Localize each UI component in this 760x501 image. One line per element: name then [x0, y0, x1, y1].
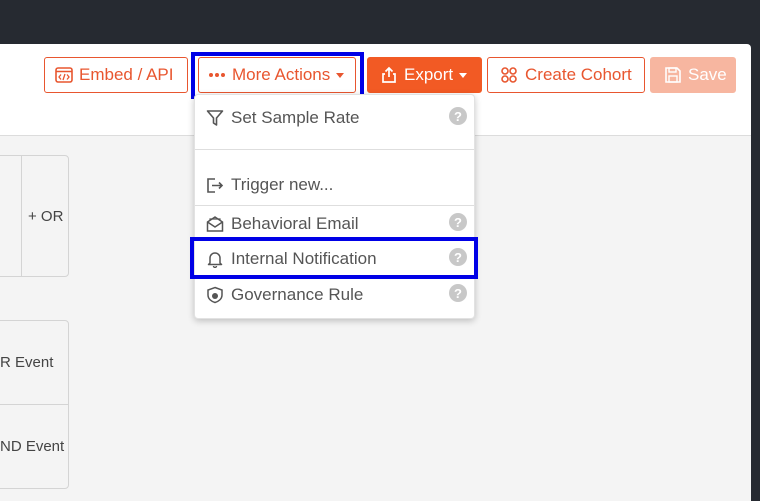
- code-icon: [55, 67, 73, 83]
- envelope-icon: [206, 215, 228, 233]
- help-icon[interactable]: ?: [449, 248, 467, 266]
- bell-icon: [206, 250, 228, 268]
- divider: [0, 404, 68, 405]
- save-button[interactable]: Save: [650, 57, 736, 93]
- menu-item-governance-rule[interactable]: Governance Rule ?: [195, 281, 474, 309]
- help-icon[interactable]: ?: [449, 107, 467, 125]
- create-cohort-label: Create Cohort: [525, 65, 632, 84]
- add-or-button[interactable]: + OR: [28, 208, 63, 225]
- event-group-box: R Event ND Event: [0, 320, 69, 489]
- create-cohort-button[interactable]: Create Cohort: [487, 57, 645, 93]
- chevron-down-icon: [459, 72, 468, 78]
- menu-item-internal-notification[interactable]: Internal Notification ?: [195, 245, 474, 273]
- filter-icon: [206, 109, 228, 127]
- more-actions-menu: Set Sample Rate ? Trigger new... Behavio…: [194, 94, 475, 319]
- cohort-icon: [499, 66, 519, 84]
- help-icon[interactable]: ?: [449, 284, 467, 302]
- more-actions-button[interactable]: More Actions: [198, 57, 356, 93]
- export-button[interactable]: Export: [367, 57, 482, 93]
- sign-out-icon: [206, 176, 228, 194]
- menu-item-set-sample-rate[interactable]: Set Sample Rate ?: [195, 104, 474, 132]
- embed-api-label: Embed / API: [79, 65, 174, 84]
- menu-divider: [195, 205, 474, 206]
- behavioral-email-label: Behavioral Email: [231, 214, 359, 233]
- floppy-disk-icon: [664, 66, 682, 84]
- embed-api-button[interactable]: Embed / API: [44, 57, 188, 93]
- trigger-new-label: Trigger new...: [231, 175, 334, 194]
- internal-notification-label: Internal Notification: [231, 249, 377, 268]
- menu-item-behavioral-email[interactable]: Behavioral Email ?: [195, 210, 474, 238]
- and-event-button[interactable]: ND Event: [0, 438, 64, 455]
- or-group-box: + OR: [0, 155, 69, 277]
- menu-item-trigger-new[interactable]: Trigger new...: [195, 171, 474, 199]
- shield-icon: [206, 286, 228, 304]
- share-icon: [380, 66, 398, 84]
- governance-rule-label: Governance Rule: [231, 285, 364, 304]
- export-label: Export: [404, 65, 454, 84]
- or-event-button[interactable]: R Event: [0, 354, 53, 371]
- save-label: Save: [688, 65, 727, 84]
- help-icon[interactable]: ?: [449, 213, 467, 231]
- divider: [21, 156, 22, 276]
- set-sample-rate-label: Set Sample Rate: [231, 108, 360, 127]
- menu-divider: [195, 149, 474, 150]
- more-actions-label: More Actions: [232, 65, 331, 84]
- chevron-down-icon: [336, 72, 345, 78]
- ellipsis-icon: [208, 72, 226, 78]
